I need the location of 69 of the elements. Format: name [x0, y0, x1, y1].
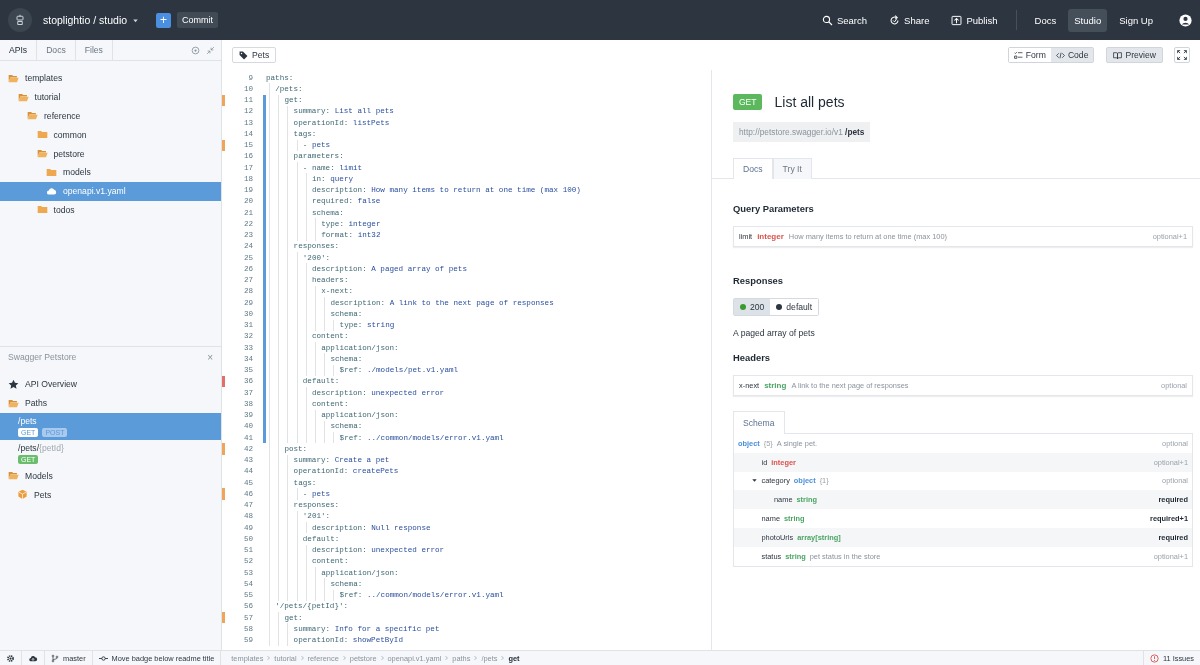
commit-button[interactable]: Commit — [177, 12, 219, 28]
section-heading: Query Parameters — [733, 203, 815, 214]
outline-item[interactable]: Paths — [0, 393, 221, 413]
doc-tab[interactable]: Docs — [733, 158, 773, 179]
tag-button[interactable]: Pets — [232, 47, 277, 63]
toolbar-action[interactable]: Search — [815, 10, 874, 30]
cube-icon — [17, 489, 28, 501]
outline-item[interactable]: API Overview — [0, 375, 221, 394]
operation-title: List all pets — [774, 94, 845, 110]
toolbar-action[interactable]: Publish — [945, 10, 1004, 30]
method-badge: GET — [733, 94, 763, 110]
commit-icon — [98, 653, 108, 663]
nav-link[interactable]: Studio — [1068, 8, 1108, 32]
code-icon — [1055, 50, 1065, 60]
star-icon — [8, 378, 19, 390]
folder-icon — [8, 397, 19, 409]
tree-item[interactable]: petstore — [0, 144, 221, 163]
nav-link[interactable]: Sign Up — [1113, 8, 1159, 32]
tree-item[interactable]: common — [0, 125, 221, 145]
checklist-icon — [1013, 50, 1023, 60]
outline-item[interactable]: Models — [0, 466, 221, 486]
expand-icon — [1177, 50, 1187, 60]
book-icon — [1113, 50, 1123, 60]
chevron-icon — [473, 655, 479, 661]
endpoint-url: http://petstore.swagger.io/v1 /pets — [733, 122, 871, 142]
nav-link[interactable]: Docs — [1028, 8, 1063, 32]
tree-item[interactable]: templates — [0, 69, 221, 88]
cloud-icon — [46, 185, 57, 197]
tree-item[interactable]: models — [0, 163, 221, 182]
sidebar-tab[interactable]: Docs — [37, 40, 76, 60]
panel-title: Swagger Petstore — [8, 352, 77, 362]
branch-icon — [51, 653, 59, 663]
tree-item[interactable]: tutorial — [0, 87, 221, 107]
user-icon — [1179, 13, 1192, 27]
alert-icon — [1149, 653, 1159, 663]
outline-item[interactable]: Pets — [0, 485, 221, 505]
doc-tab[interactable]: Try It — [772, 158, 812, 179]
response-description: A paged array of pets — [733, 328, 816, 338]
response-code-button[interactable]: 200 — [734, 299, 771, 315]
path-label: /pets — [18, 415, 38, 426]
search-icon — [821, 14, 833, 26]
chevron-icon — [379, 655, 385, 661]
target-icon — [191, 45, 200, 55]
expand-button[interactable] — [1174, 47, 1190, 63]
schema-tab[interactable]: Schema — [733, 411, 785, 434]
chevron-icon — [444, 655, 450, 661]
settings-icon — [6, 653, 15, 663]
chevron-icon — [500, 655, 506, 661]
tree-item[interactable]: todos — [0, 200, 221, 220]
preview-button[interactable]: Preview — [1106, 47, 1163, 63]
sidebar-tab[interactable]: Files — [75, 40, 113, 60]
robot-icon — [14, 14, 26, 26]
upload-icon — [951, 14, 963, 26]
folder-icon — [8, 470, 19, 482]
toolbar-action[interactable]: Share — [883, 10, 936, 30]
chevron-icon — [266, 655, 272, 661]
view-toggle[interactable]: Code — [1050, 48, 1094, 62]
tree-item[interactable]: reference — [0, 106, 221, 126]
circular-arrow-icon — [889, 14, 901, 26]
parameter-type: string — [764, 381, 787, 390]
path-label: /pets/{petId} — [18, 442, 65, 453]
collapse-icon — [206, 45, 215, 55]
section-heading: Responses — [733, 275, 785, 286]
tag-icon — [239, 50, 248, 60]
chevron-icon — [341, 655, 347, 661]
section-heading: Headers — [733, 352, 771, 363]
project-selector[interactable]: stoplightio / studio — [41, 11, 143, 29]
chevron-icon — [299, 655, 305, 661]
parameter-type: integer — [757, 232, 784, 241]
